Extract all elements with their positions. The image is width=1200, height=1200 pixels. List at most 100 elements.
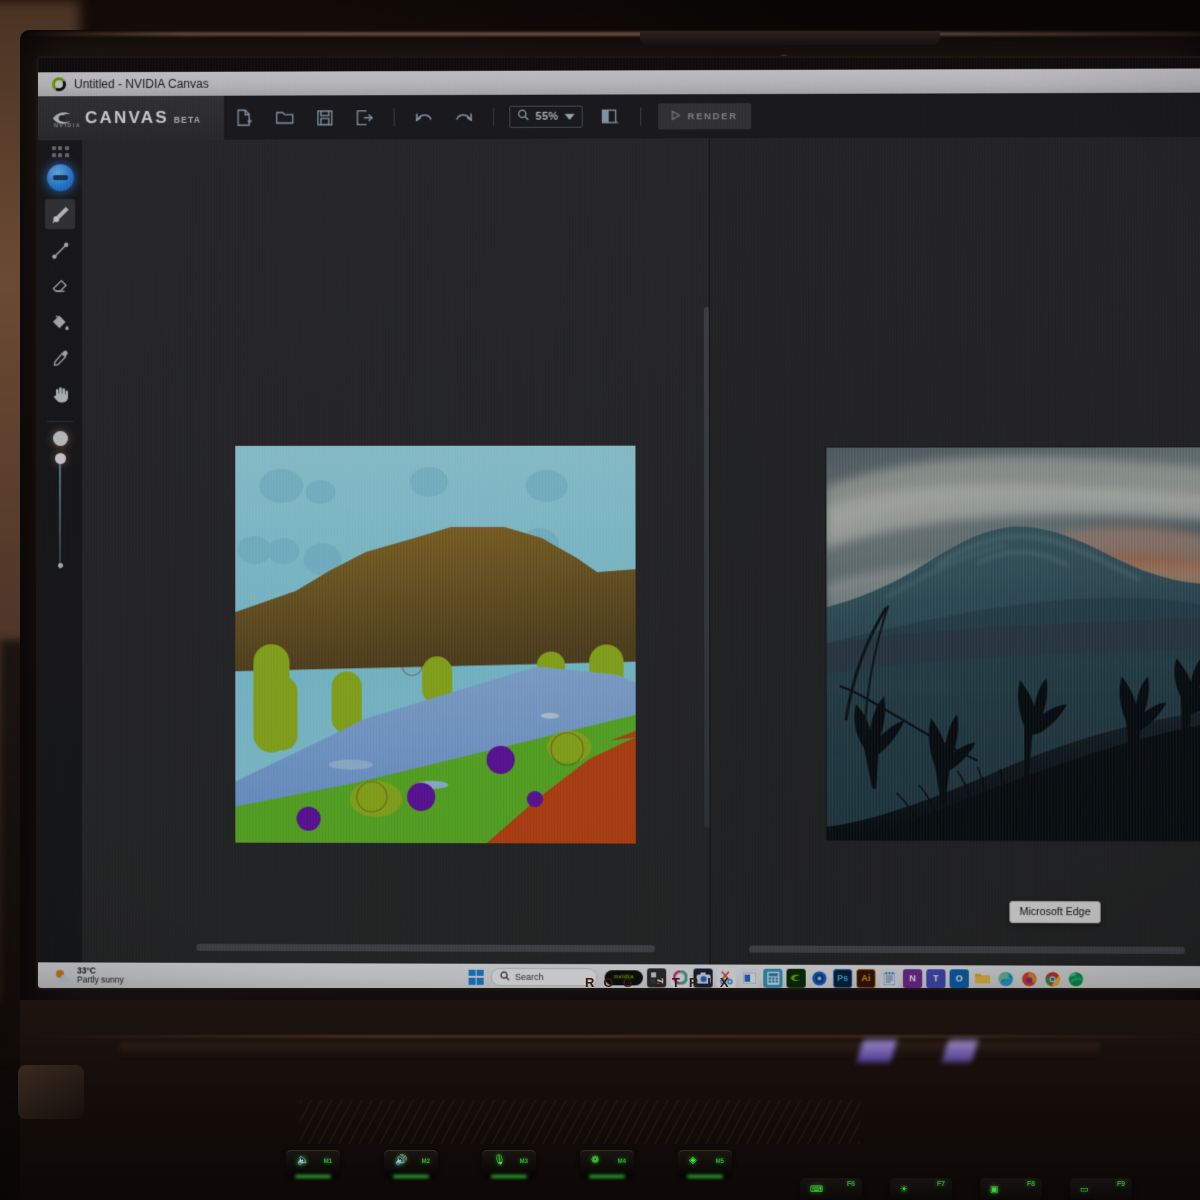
brand-vendor: NVIDIA [54, 123, 82, 130]
search-icon [500, 968, 510, 986]
pan-tool[interactable] [45, 379, 75, 409]
key-f7[interactable]: ☀ F7 [890, 1178, 952, 1200]
eyedropper-tool[interactable] [45, 343, 75, 373]
key-f8[interactable]: ▣ F8 [980, 1178, 1042, 1200]
pane-splitter[interactable] [703, 307, 710, 828]
play-triangle-icon [671, 107, 680, 125]
key-underglow [589, 1175, 625, 1178]
paintbrush-tool[interactable] [45, 199, 76, 230]
eraser-tool[interactable] [45, 271, 75, 301]
save-button[interactable] [304, 95, 344, 139]
display-switch-icon: ▣ [990, 1184, 999, 1194]
laptop-brand-text: ROG STRIX [585, 975, 738, 990]
render-button[interactable]: RENDER [658, 103, 751, 130]
key-label: M1 [323, 1159, 332, 1165]
volume-up-icon: 🔊 [395, 1155, 408, 1166]
search-placeholder: Search [514, 971, 544, 983]
mic-mute-icon: 🎙 [493, 1155, 506, 1166]
undo-button[interactable] [404, 95, 444, 139]
weather-condition: Partly sunny [76, 974, 124, 985]
slider-knob[interactable] [55, 452, 67, 464]
illustrator-label: Ai [861, 973, 871, 984]
key-label: F8 [1026, 1181, 1035, 1188]
taskbar-onenote[interactable]: N [902, 968, 923, 988]
tool-rail [38, 140, 83, 963]
redo-button[interactable] [444, 95, 484, 139]
segmentation-canvas[interactable] [82, 138, 710, 965]
toolbar-separator [640, 107, 642, 126]
key-m3[interactable]: 🎙 M3 [482, 1150, 536, 1178]
taskbar-nvidia-control[interactable] [786, 968, 806, 988]
key-f9[interactable]: ▭ F9 [1070, 1178, 1132, 1200]
chevron-down-icon[interactable] [564, 108, 575, 126]
taskbar-notepad[interactable] [879, 968, 899, 988]
key-label: F6 [846, 1181, 855, 1188]
taskbar-edge-dev[interactable] [996, 969, 1015, 988]
onenote-label: N [909, 973, 916, 984]
open-file-button[interactable] [264, 95, 304, 139]
taskbar-illustrator[interactable]: Ai [856, 968, 876, 988]
volume-mute-icon: 🔈 [297, 1155, 310, 1166]
key-underglow [687, 1175, 723, 1178]
history-actions-group [404, 95, 484, 139]
taskbar-chrome[interactable] [1043, 969, 1062, 988]
taskbar-geforce[interactable] [810, 968, 829, 987]
taskbar-calculator[interactable] [763, 968, 783, 988]
segmentation-map[interactable] [235, 445, 636, 844]
key-underglow [393, 1175, 429, 1178]
material-grid-dots-icon[interactable] [51, 146, 69, 158]
key-label: F9 [1116, 1181, 1125, 1188]
key-m5[interactable]: ◈ M5 [678, 1150, 732, 1178]
lid-highlight [22, 32, 1200, 36]
split-view-button[interactable] [591, 94, 631, 138]
key-f6[interactable]: ⌨ F6 [800, 1178, 862, 1200]
taskbar-photoshop[interactable]: Ps [833, 968, 853, 988]
zoom-control[interactable]: 55% [509, 105, 583, 128]
deck-edge-highlight [20, 1035, 1200, 1038]
key-label: M2 [421, 1159, 430, 1165]
brand-name: CANVAS [85, 107, 169, 128]
weather-widget[interactable]: 33°C Partly sunny [38, 966, 339, 985]
brush-size-slider[interactable] [53, 452, 67, 573]
key-underglow [491, 1175, 527, 1178]
function-key-row: ⌨ F6 ☀ F7 ▣ F8 ▭ F9 [800, 1178, 1132, 1200]
horizontal-scrollbar[interactable] [196, 943, 656, 953]
key-m1[interactable]: 🔈 M1 [286, 1150, 340, 1178]
brightness-icon: ☀ [900, 1184, 909, 1194]
deck-texture [300, 1100, 860, 1144]
export-button[interactable] [344, 95, 384, 139]
fill-tool[interactable] [45, 307, 75, 337]
line-tool[interactable] [45, 235, 75, 265]
rendered-output-canvas[interactable] [709, 136, 1200, 967]
taskbar-search[interactable]: Search [490, 967, 598, 987]
render-label: RENDER [687, 110, 738, 122]
window-titlebar: Untitled - NVIDIA Canvas [38, 68, 1200, 97]
taskbar-firefox[interactable] [1020, 969, 1039, 988]
screen-bezel: Untitled - NVIDIA Canvas CANVAS BETA NVI… [38, 58, 1200, 988]
taskbar-teams[interactable]: T [926, 968, 946, 988]
key-m4[interactable]: ❁ M4 [580, 1150, 634, 1178]
laptop-screen: Untitled - NVIDIA Canvas CANVAS BETA NVI… [38, 58, 1200, 988]
file-actions-group [224, 95, 385, 140]
keyboard-backlight-icon: ⌨ [810, 1184, 823, 1194]
app-toolbar: CANVAS BETA NVIDIA 55% RENDER [38, 92, 1200, 141]
teams-label: T [933, 973, 939, 984]
lid-hinge-notch [640, 31, 940, 45]
taskbar-microsoft-edge[interactable] [1066, 969, 1085, 988]
nvidia-canvas-logo-icon [52, 77, 67, 92]
new-file-button[interactable] [224, 96, 264, 140]
nvidia-canvas-app: CANVAS BETA NVIDIA 55% RENDER [38, 92, 1200, 967]
rendered-photo[interactable] [825, 446, 1200, 842]
key-label: M3 [519, 1159, 528, 1165]
taskbar-outlook[interactable]: O [949, 968, 969, 988]
keyboard-rgb-glow [941, 1040, 979, 1062]
fan-icon: ❁ [591, 1155, 600, 1166]
horizontal-scrollbar[interactable] [749, 945, 1186, 954]
taskbar-widgets[interactable] [739, 968, 760, 988]
taskbar-folder[interactable] [973, 969, 992, 988]
key-label: F7 [936, 1181, 945, 1188]
start-button[interactable] [468, 969, 484, 985]
key-m2[interactable]: 🔊 M2 [384, 1150, 438, 1178]
rog-logo-icon: ◈ [689, 1155, 697, 1166]
material-swatch[interactable] [46, 164, 74, 192]
